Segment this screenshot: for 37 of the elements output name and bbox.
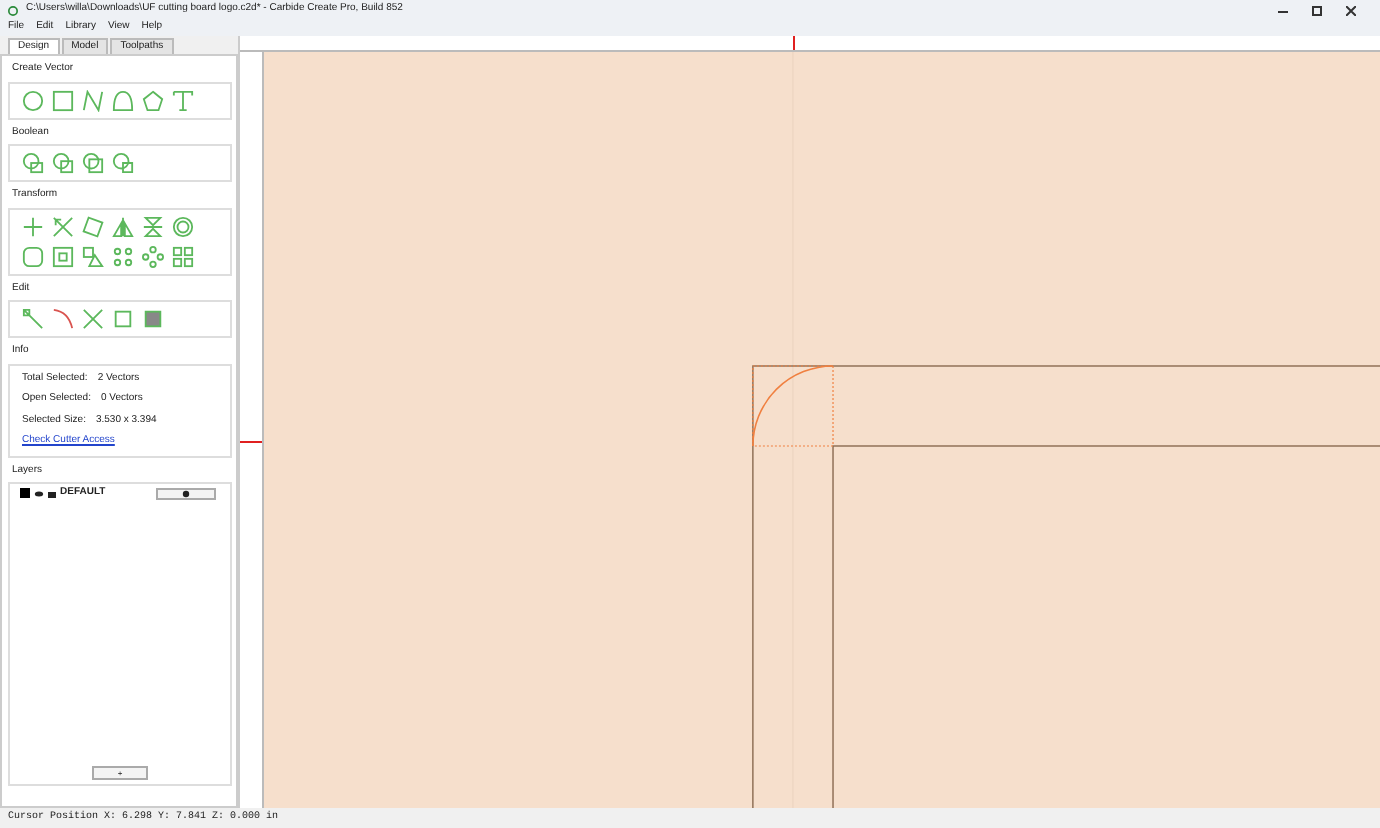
round-square-icon[interactable]: [22, 245, 44, 267]
selected-arc-vector[interactable]: [752, 365, 834, 447]
pentagon-icon[interactable]: [142, 89, 164, 111]
align-icon[interactable]: [82, 245, 104, 267]
flip-icon[interactable]: [142, 215, 164, 237]
rotate-icon[interactable]: [82, 215, 104, 237]
restore-icon[interactable]: [1312, 5, 1322, 15]
gear-icon: [182, 489, 190, 498]
close-icon[interactable]: [1346, 5, 1356, 15]
eye-icon[interactable]: [34, 489, 44, 498]
polyline-icon[interactable]: [82, 89, 104, 111]
resize-icon[interactable]: [52, 215, 74, 237]
text-icon[interactable]: [172, 89, 194, 111]
curve-icon[interactable]: [112, 89, 134, 111]
nested-square-icon[interactable]: [52, 245, 74, 267]
subtract-icon[interactable]: [52, 152, 74, 174]
overlap-icon[interactable]: [112, 152, 134, 174]
circle-pattern-icon[interactable]: [142, 245, 164, 267]
layer-color-swatch[interactable]: [20, 488, 30, 499]
mirror-icon[interactable]: [112, 215, 134, 237]
minimize-icon[interactable]: [1278, 5, 1288, 15]
app-icon: [8, 5, 18, 15]
offset-icon[interactable]: [172, 215, 194, 237]
cut-icon[interactable]: [82, 308, 104, 330]
node-edit-icon[interactable]: [22, 308, 44, 330]
intersect-icon[interactable]: [82, 152, 104, 174]
lock-icon[interactable]: [48, 488, 56, 499]
fill-square-icon[interactable]: [142, 308, 164, 330]
dots-icon[interactable]: [112, 245, 134, 267]
join-icon[interactable]: [112, 308, 134, 330]
square-icon[interactable]: [52, 89, 74, 111]
layer-settings-button[interactable]: [156, 487, 216, 500]
trim-icon[interactable]: [52, 308, 74, 330]
move-icon[interactable]: [22, 215, 44, 237]
circle-icon[interactable]: [22, 89, 44, 111]
grid-icon[interactable]: [172, 245, 194, 267]
union-icon[interactable]: [22, 152, 44, 174]
